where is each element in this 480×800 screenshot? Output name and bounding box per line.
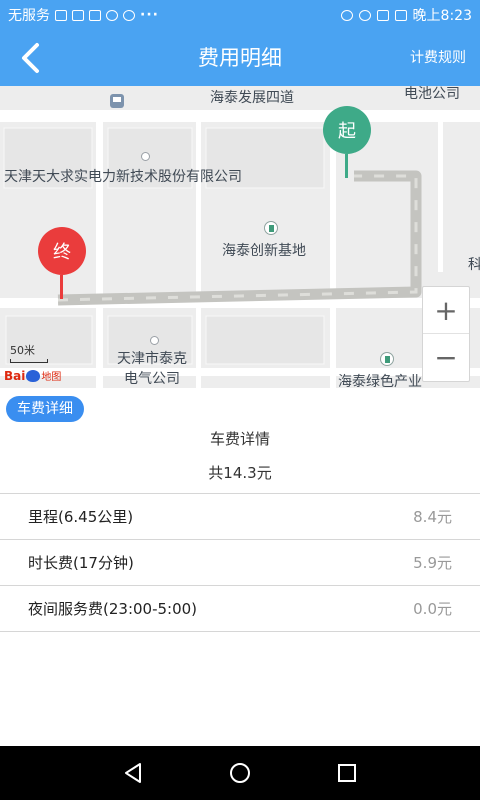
fare-detail-tag: 车费详细 (6, 396, 84, 422)
map-label-green-industry: 海泰绿色产业 (338, 374, 422, 388)
logo-text: Bai (4, 368, 26, 383)
nav-back-button[interactable] (113, 753, 153, 793)
nav-home-button[interactable] (220, 753, 260, 793)
square-recent-icon (337, 764, 356, 782)
fee-row-duration: 时长费(17分钟) 5.9元 (0, 540, 480, 586)
poi-dot-icon (150, 336, 159, 345)
poi-building-icon (380, 352, 394, 366)
back-button[interactable] (10, 38, 50, 78)
map-label-taike-1: 天津市泰克 (117, 351, 187, 367)
fee-value: 5.9元 (413, 554, 452, 572)
baidu-map-logo: Bai 地图 (4, 368, 62, 384)
scale-bar (10, 359, 48, 363)
triangle-back-icon (125, 763, 142, 783)
location-icon (340, 9, 353, 21)
status-left: 无服务 ··· (8, 5, 159, 25)
zoom-out-button[interactable]: − (423, 334, 469, 381)
message-icon (123, 9, 135, 21)
map-scale: 50米 (10, 342, 48, 363)
map-label-edge: 科 (468, 257, 480, 273)
cloud-icon (106, 9, 118, 21)
fare-total: 共14.3元 (208, 464, 272, 482)
zoom-control: + − (422, 286, 470, 382)
poi-dot-icon (141, 152, 150, 161)
fee-list: 里程(6.45公里) 8.4元 时长费(17分钟) 5.9元 夜间服务费(23:… (0, 493, 480, 632)
end-marker-label: 终 (38, 227, 86, 275)
fee-label: 里程(6.45公里) (28, 508, 134, 526)
more-notifications-icon: ··· (140, 7, 159, 23)
start-marker-label: 起 (323, 106, 371, 154)
baidu-paw-icon (26, 369, 41, 382)
system-nav-bar (0, 746, 480, 800)
end-marker-stem (60, 275, 63, 299)
map-label-company-long: 天津天大求实电力新技术股份有限公司 (4, 169, 242, 185)
fee-label: 夜间服务费(23:00-5:00) (28, 600, 198, 618)
chevron-left-icon (22, 43, 39, 73)
nav-recent-button[interactable] (327, 753, 367, 793)
battery-icon (394, 9, 407, 21)
bus-stop-icon (110, 94, 124, 108)
fare-section-title: 车费详情 (209, 430, 270, 448)
clock-text: 晚上8:23 (412, 8, 472, 24)
fee-label: 时长费(17分钟) (28, 554, 134, 572)
briefcase-icon (55, 9, 67, 21)
app-notification-icon (89, 9, 101, 21)
page-title: 费用明细 (198, 46, 282, 70)
fee-value: 0.0元 (413, 600, 452, 618)
zoom-in-button[interactable]: + (423, 287, 469, 334)
map-label-taike-2: 电气公司 (124, 371, 180, 387)
carrier-text: 无服务 (8, 8, 50, 24)
sim-icon (72, 9, 84, 21)
fee-value: 8.4元 (413, 508, 452, 526)
billing-rules-link[interactable]: 计费规则 (410, 30, 466, 86)
logo-suffix: 地图 (41, 372, 62, 383)
no-sim-icon (376, 9, 389, 21)
start-marker[interactable]: 起 (323, 106, 371, 178)
title-bar: 费用明细 计费规则 (0, 30, 480, 86)
end-marker[interactable]: 终 (38, 227, 86, 299)
status-right: 晚上8:23 (340, 5, 472, 25)
fee-row-night: 夜间服务费(23:00-5:00) 0.0元 (0, 586, 480, 632)
poi-building-icon (264, 221, 278, 235)
circle-home-icon (229, 763, 250, 783)
map-label-road-top: 海泰发展四道 (210, 90, 294, 106)
scale-label: 50米 (10, 344, 35, 357)
route-map[interactable]: 海泰发展四道 电池公司 天津天大求实电力新技术股份有限公司 海泰创新基地 科 天… (0, 86, 480, 388)
wifi-icon (358, 9, 371, 21)
start-marker-stem (345, 154, 348, 178)
status-bar: 无服务 ··· 晚上8:23 (0, 0, 480, 30)
map-label-innovation-base: 海泰创新基地 (222, 243, 306, 259)
fee-row-mileage: 里程(6.45公里) 8.4元 (0, 494, 480, 540)
map-label-company-top-right: 电池公司 (404, 86, 460, 102)
